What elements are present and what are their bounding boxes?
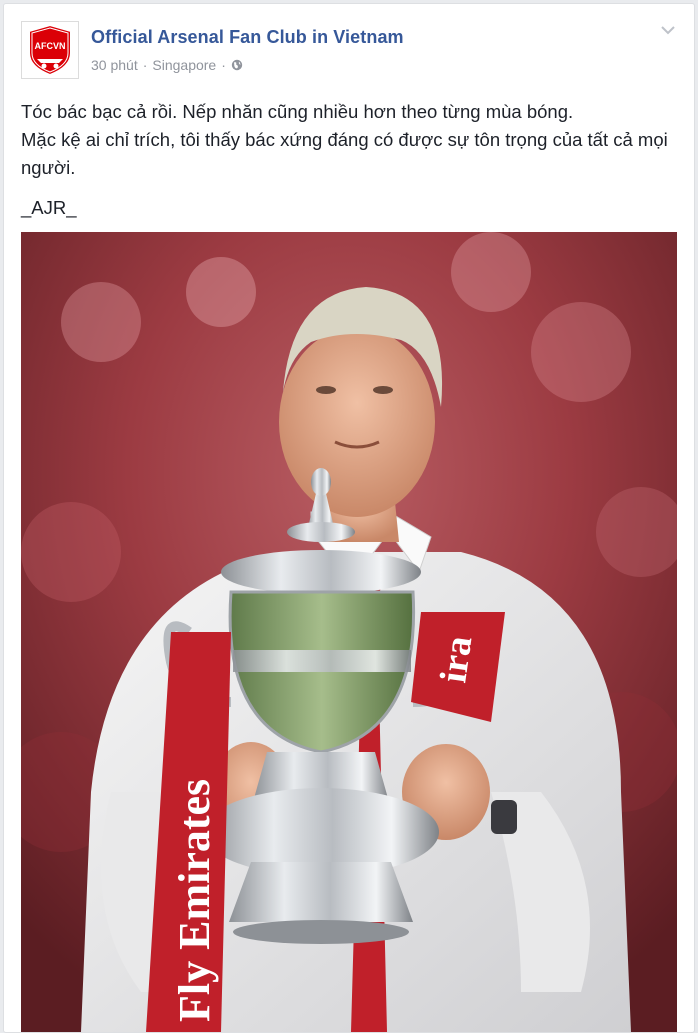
wristwatch [491, 800, 517, 834]
post-location[interactable]: Singapore [152, 57, 216, 73]
ribbon-right: ira [411, 612, 505, 722]
post-photo[interactable]: Fly Emirates ira [21, 232, 677, 1032]
post-timestamp[interactable]: 30 phút [91, 57, 138, 73]
post-header: AFCVN Official Arsenal Fan Club in Vietn… [21, 21, 677, 85]
meta-separator-2: · [221, 57, 226, 73]
post-options-button[interactable] [659, 21, 677, 39]
ribbon-left-text: Fly Emirates [170, 779, 219, 1022]
page-name-link[interactable]: Official Arsenal Fan Club in Vietnam [91, 27, 404, 48]
page-avatar[interactable]: AFCVN [21, 21, 79, 79]
post-text-line: Mặc kệ ai chỉ trích, tôi thấy bác xứng đ… [21, 129, 668, 178]
post-message: Tóc bác bạc cả rồi. Nếp nhăn cũng nhiều … [21, 98, 681, 222]
chevron-down-icon [661, 25, 675, 34]
meta-separator: · [142, 57, 148, 73]
post-signature: _AJR_ [21, 197, 77, 218]
ribbon-right-text: ira [432, 633, 480, 685]
post-text-line: Tóc bác bạc cả rồi. Nếp nhăn cũng nhiều … [21, 101, 574, 122]
avatar-text: AFCVN [35, 41, 66, 51]
post-card: AFCVN Official Arsenal Fan Club in Vietn… [3, 3, 695, 1033]
globe-icon[interactable] [231, 59, 243, 71]
post-meta: 30 phút · Singapore · [91, 57, 243, 73]
face [279, 327, 435, 517]
photo-illustration: Fly Emirates ira [21, 232, 677, 1032]
arsenal-crest-icon: AFCVN [28, 23, 72, 77]
